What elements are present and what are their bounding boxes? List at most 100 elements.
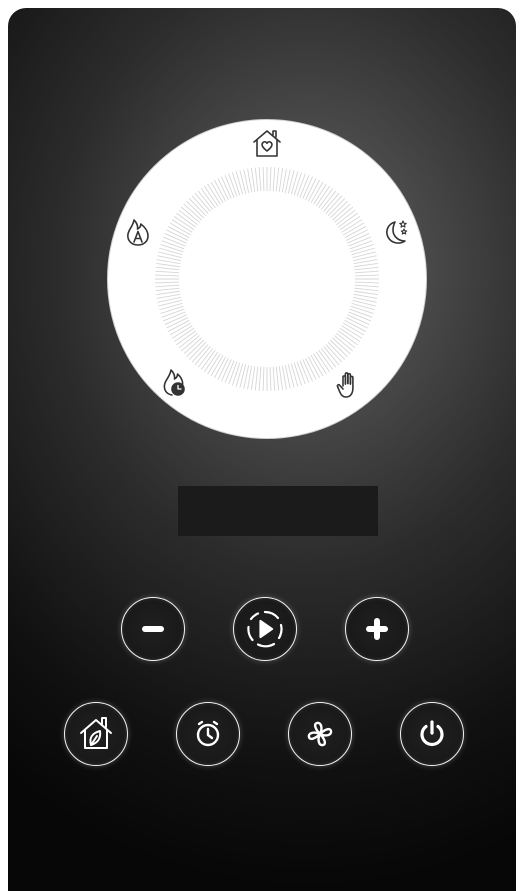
dial-tick	[161, 308, 185, 318]
dial-tick	[290, 171, 299, 195]
dial-tick	[323, 192, 340, 212]
dial-tick	[258, 366, 262, 391]
dial-tick	[191, 195, 209, 214]
dial-tick	[228, 173, 238, 197]
eco-home-icon	[80, 717, 112, 749]
clock-icon	[196, 720, 220, 747]
dial-tick	[272, 366, 276, 391]
dial-tick	[180, 335, 200, 352]
dial-tick	[269, 366, 272, 391]
dial-tick	[194, 346, 211, 366]
dial-tick	[258, 167, 262, 192]
minus-button[interactable]	[121, 597, 185, 661]
play-circle-icon	[247, 610, 283, 648]
dial-tick	[235, 171, 244, 195]
dial-tick	[183, 337, 202, 355]
dial-tick	[231, 172, 241, 196]
play-button[interactable]	[233, 597, 297, 661]
dial-tick	[334, 206, 354, 223]
dial-tick	[354, 281, 379, 284]
dial-tick	[290, 363, 299, 387]
dial-tick	[188, 341, 207, 360]
dial-tick	[354, 270, 379, 274]
dial-tick	[254, 366, 259, 391]
mode-dial[interactable]	[108, 120, 426, 438]
dial-tick	[160, 243, 184, 253]
dial-tick	[329, 339, 348, 358]
dial-tick	[156, 262, 180, 268]
dial-tick	[349, 240, 373, 250]
dial-tick	[155, 274, 180, 277]
dial-tick	[323, 346, 340, 366]
dial-tick	[293, 172, 303, 196]
dial-tick	[183, 203, 202, 221]
dial-tick	[350, 305, 374, 315]
dial-tick	[235, 363, 244, 387]
dial-tick	[160, 305, 184, 315]
dial-tick	[354, 262, 378, 268]
dial-tick	[155, 284, 180, 288]
hand-icon[interactable]	[332, 368, 366, 402]
dial-tick	[155, 270, 180, 274]
dial-tick	[351, 247, 375, 256]
timer-button[interactable]	[176, 702, 240, 766]
dial-tick	[250, 168, 256, 192]
home-heart-icon[interactable]	[250, 126, 284, 160]
plus-button[interactable]	[345, 597, 409, 661]
flame-timer-icon[interactable]	[158, 365, 192, 399]
dial-tick	[329, 200, 348, 219]
dial-tick	[161, 240, 185, 250]
dial-tick	[332, 203, 351, 221]
dial-tick	[332, 337, 351, 355]
dial-tick	[325, 344, 343, 363]
dial-tick	[349, 308, 373, 318]
minus-icon	[142, 626, 164, 632]
dial-tick	[254, 167, 259, 192]
plus-icon	[366, 618, 388, 640]
dial-tick	[275, 167, 280, 192]
dial-tick	[262, 167, 265, 192]
dial-tick	[327, 198, 346, 217]
dial-tick	[269, 167, 272, 192]
dial-tick	[231, 362, 241, 386]
thermostat-panel	[8, 8, 516, 891]
temperature-display	[178, 486, 378, 536]
dial-tick	[194, 192, 211, 212]
dial-tick	[188, 198, 207, 217]
dial-tick	[278, 168, 284, 192]
dial-tick	[351, 302, 375, 311]
dial-tick	[186, 339, 205, 358]
dial-tick	[327, 341, 346, 360]
dial-tick	[180, 206, 200, 223]
moon-stars-icon[interactable]	[379, 216, 413, 250]
dial-tick	[155, 281, 180, 284]
dial-tick	[296, 361, 306, 385]
fan-button[interactable]	[288, 702, 352, 766]
dial-tick	[262, 366, 265, 391]
dial-tick	[275, 366, 280, 391]
dial-tick	[354, 266, 379, 271]
dial-tick	[293, 362, 303, 386]
dial-tick	[159, 247, 183, 256]
power-button[interactable]	[400, 702, 464, 766]
dial-tick	[228, 361, 238, 385]
dial-tick	[272, 167, 276, 192]
dial-tick	[278, 366, 284, 390]
dial-tick	[350, 243, 374, 253]
dial-tick	[325, 195, 343, 214]
dial-tick-ring	[155, 167, 379, 391]
dial-tick	[334, 335, 354, 352]
dial-tick	[296, 173, 306, 197]
eco-home-button[interactable]	[64, 702, 128, 766]
dial-tick	[354, 274, 379, 277]
dial-tick	[156, 290, 180, 296]
dial-tick	[354, 284, 379, 288]
dial-tick	[186, 200, 205, 219]
power-icon	[420, 720, 444, 747]
dial-tick	[354, 287, 379, 292]
flame-a-icon[interactable]	[121, 215, 155, 249]
fan-icon	[307, 721, 333, 747]
dial-tick	[354, 290, 378, 296]
dial-tick	[250, 366, 256, 390]
dial-tick	[159, 302, 183, 311]
